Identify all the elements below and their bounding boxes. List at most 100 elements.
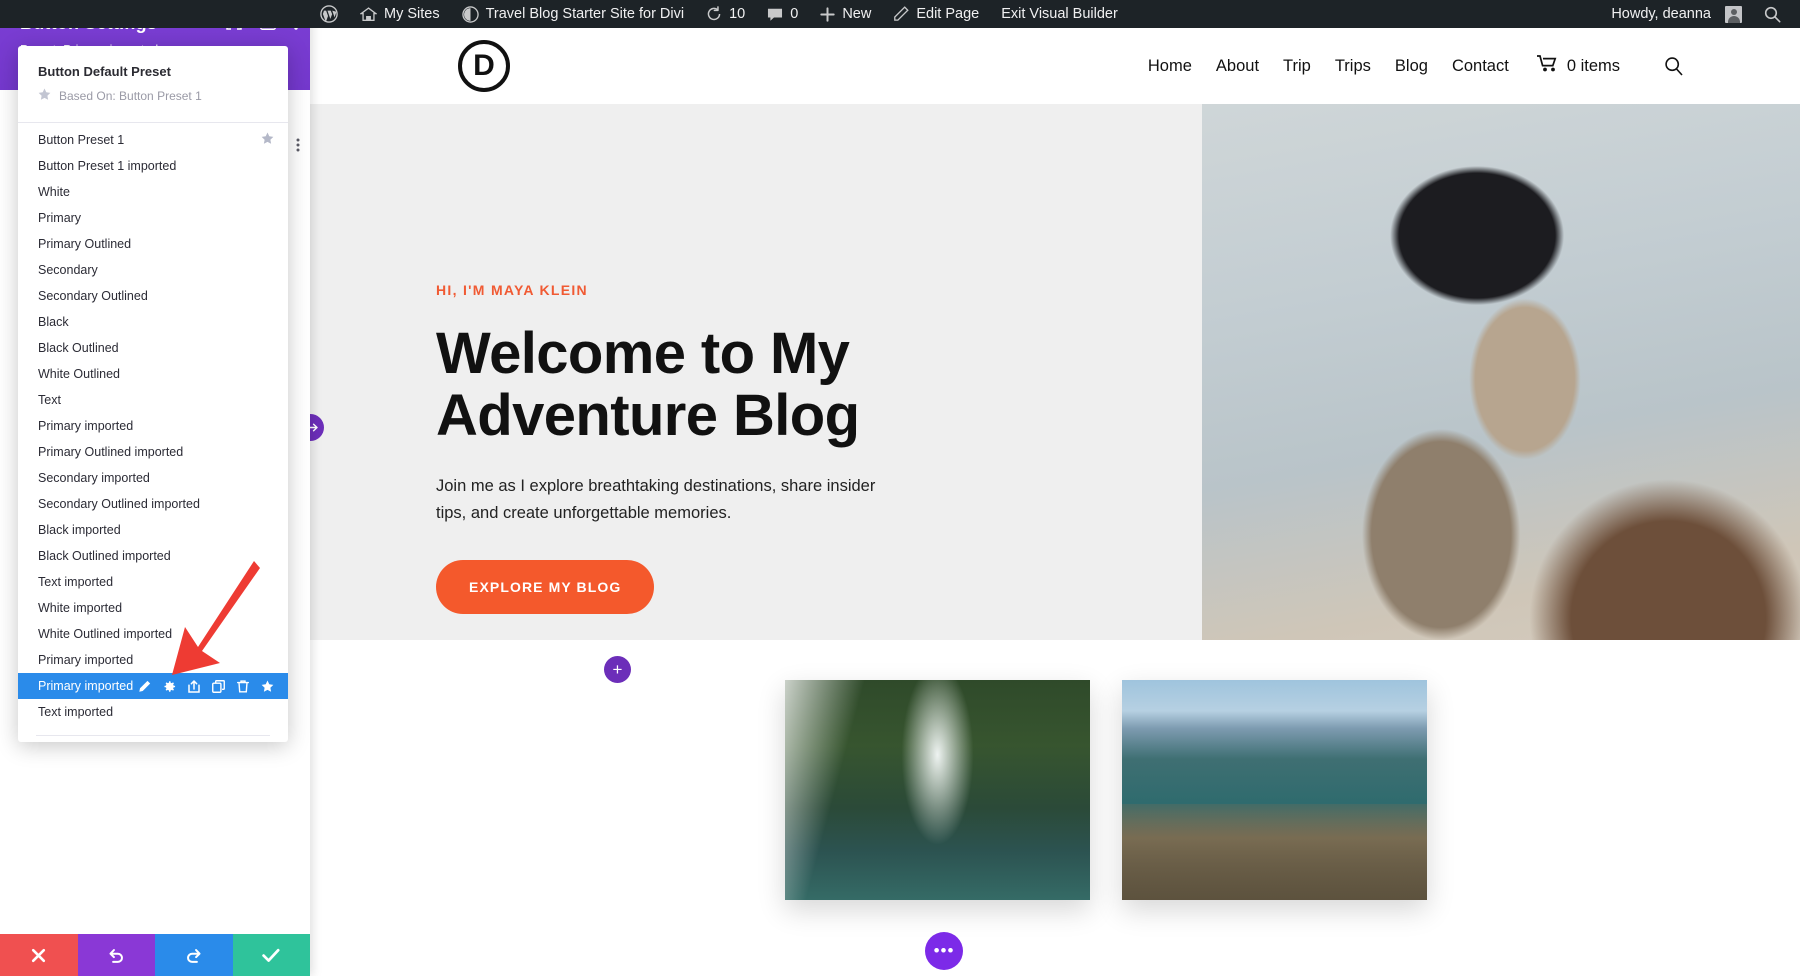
preset-default-title: Button Default Preset <box>38 64 171 79</box>
admin-bar-right: Howdy, deanna <box>1600 0 1800 28</box>
dashboard-icon <box>461 5 479 23</box>
nav-link-home[interactable]: Home <box>1148 57 1192 76</box>
wordpress-admin-bar: My Sites Travel Blog Starter Site for Di… <box>0 0 1800 28</box>
preset-item-label: Secondary <box>38 263 98 277</box>
preset-items-list: Button Preset 1 Button Preset 1 imported… <box>18 123 288 725</box>
admin-bar-my-sites[interactable]: My Sites <box>349 0 451 28</box>
preset-item-label: Button Preset 1 <box>38 133 125 147</box>
preset-item-button-preset-1-imported[interactable]: Button Preset 1 imported <box>18 153 288 179</box>
plus-icon <box>820 6 835 22</box>
admin-bar-edit-page-label: Edit Page <box>916 6 980 22</box>
gallery-photo-lake-dock[interactable] <box>1122 680 1427 900</box>
preset-item-secondary[interactable]: Secondary <box>18 257 288 283</box>
preset-item-black-imported[interactable]: Black imported <box>18 517 288 543</box>
panel-row-more-icon[interactable] <box>296 138 300 157</box>
explore-my-blog-button[interactable]: EXPLORE MY BLOG <box>436 559 655 614</box>
avatar <box>1725 5 1742 23</box>
duplicate-icon[interactable] <box>212 679 225 693</box>
hero-text-block: HI, I'M MAYA KLEIN Welcome to My Adventu… <box>436 282 956 614</box>
nav-link-about[interactable]: About <box>1216 57 1259 76</box>
preset-item-label: Secondary Outlined imported <box>38 497 200 511</box>
preset-item-primary[interactable]: Primary <box>18 205 288 231</box>
preset-item-primary-imported-2[interactable]: Primary imported <box>18 647 288 673</box>
preset-item-primary-imported[interactable]: Primary imported <box>18 413 288 439</box>
preset-item-black[interactable]: Black <box>18 309 288 335</box>
undo-button[interactable] <box>77 934 155 976</box>
delete-trash-icon[interactable] <box>237 679 249 693</box>
wordpress-logo-menu[interactable] <box>310 0 349 28</box>
screen: D Home About Trip Trips Blog Contact 0 i… <box>0 0 1800 976</box>
admin-bar-howdy[interactable]: Howdy, deanna <box>1600 0 1753 28</box>
preset-item-label: Primary imported <box>38 653 134 667</box>
preset-item-white-outlined-imported[interactable]: White Outlined imported <box>18 621 288 647</box>
preset-item-primary-outlined-imported[interactable]: Primary Outlined imported <box>18 439 288 465</box>
preset-item-label: Text imported <box>38 575 114 589</box>
cart-count-label: 0 items <box>1566 56 1620 75</box>
preset-item-white[interactable]: White <box>18 179 288 205</box>
star-icon[interactable] <box>261 132 274 148</box>
redo-button[interactable] <box>155 934 233 976</box>
preset-item-secondary-imported[interactable]: Secondary imported <box>18 465 288 491</box>
preset-item-text[interactable]: Text <box>18 387 288 413</box>
preset-item-label: Primary imported <box>38 419 134 433</box>
nav-link-blog[interactable]: Blog <box>1395 57 1428 76</box>
search-icon[interactable] <box>1664 56 1684 76</box>
preset-item-primary-outlined[interactable]: Primary Outlined <box>18 231 288 257</box>
preset-item-primary-imported-selected[interactable]: Primary imported <box>18 673 288 699</box>
preset-item-text-imported-2[interactable]: Text imported <box>18 699 288 725</box>
preset-item-secondary-outlined[interactable]: Secondary Outlined <box>18 283 288 309</box>
preset-item-label: Button Preset 1 imported <box>38 159 177 173</box>
nav-link-trip[interactable]: Trip <box>1283 57 1311 76</box>
admin-bar-updates[interactable]: 10 <box>695 0 756 28</box>
hero-photo <box>1202 104 1800 702</box>
preset-item-white-imported[interactable]: White imported <box>18 595 288 621</box>
star-icon[interactable] <box>261 680 274 693</box>
preset-item-label: Black Outlined <box>38 341 119 355</box>
preset-item-label: White Outlined imported <box>38 627 173 641</box>
add-module-button[interactable]: + <box>604 656 631 683</box>
nav-link-contact[interactable]: Contact <box>1452 57 1509 76</box>
preset-item-black-outlined-imported[interactable]: Black Outlined imported <box>18 543 288 569</box>
preset-item-button-preset-1[interactable]: Button Preset 1 <box>18 127 288 153</box>
edit-pencil-icon[interactable] <box>138 680 151 693</box>
preset-default-basedon-label: Based On: Button Preset 1 <box>59 89 202 103</box>
preset-default-block[interactable]: Button Default Preset Based On: Button P… <box>18 46 288 114</box>
settings-gear-icon[interactable] <box>163 680 176 693</box>
preset-item-text-imported[interactable]: Text imported <box>18 569 288 595</box>
hero-heading-line-2: Adventure Blog <box>436 383 860 449</box>
gallery-section: ••• <box>310 640 1800 976</box>
preset-item-white-outlined[interactable]: White Outlined <box>18 361 288 387</box>
preset-item-label: White <box>38 185 70 199</box>
admin-bar-exit-visual-builder[interactable]: Exit Visual Builder <box>990 0 1129 28</box>
export-icon[interactable] <box>188 679 200 693</box>
preset-default-basedon: Based On: Button Preset 1 <box>38 88 268 104</box>
preset-item-black-outlined[interactable]: Black Outlined <box>18 335 288 361</box>
page-settings-button[interactable]: ••• <box>925 932 963 970</box>
preset-item-label: Primary imported <box>38 679 134 693</box>
redo-icon <box>187 948 201 963</box>
check-icon <box>262 948 280 962</box>
admin-bar-search[interactable] <box>1753 0 1792 28</box>
cancel-button[interactable] <box>0 934 78 976</box>
admin-bar-updates-count: 10 <box>729 6 746 22</box>
preset-item-label: Primary Outlined imported <box>38 445 184 459</box>
pencil-icon <box>893 6 910 22</box>
preset-item-secondary-outlined-imported[interactable]: Secondary Outlined imported <box>18 491 288 517</box>
hero-section: HI, I'M MAYA KLEIN Welcome to My Adventu… <box>310 104 1800 702</box>
nav-link-trips[interactable]: Trips <box>1335 57 1371 76</box>
preset-item-label: Black imported <box>38 523 121 537</box>
admin-bar-edit-page[interactable]: Edit Page <box>882 0 990 28</box>
site-logo[interactable]: D <box>458 40 510 92</box>
hero-heading: Welcome to My Adventure Blog <box>436 321 956 449</box>
preset-item-label: Secondary Outlined <box>38 289 148 303</box>
admin-bar-new-content[interactable]: New <box>809 0 882 28</box>
gallery-photo-waterfall[interactable] <box>785 680 1090 900</box>
admin-bar-site-name[interactable]: Travel Blog Starter Site for Divi <box>451 0 696 28</box>
preset-item-label: Text <box>38 393 61 407</box>
panel-footer-actions <box>0 934 310 976</box>
cart-link[interactable]: 0 items <box>1536 55 1620 77</box>
hero-heading-line-1: Welcome to My <box>436 321 850 386</box>
site-preview: D Home About Trip Trips Blog Contact 0 i… <box>310 28 1800 976</box>
admin-bar-comments[interactable]: 0 <box>756 0 809 28</box>
save-button[interactable] <box>232 934 310 976</box>
